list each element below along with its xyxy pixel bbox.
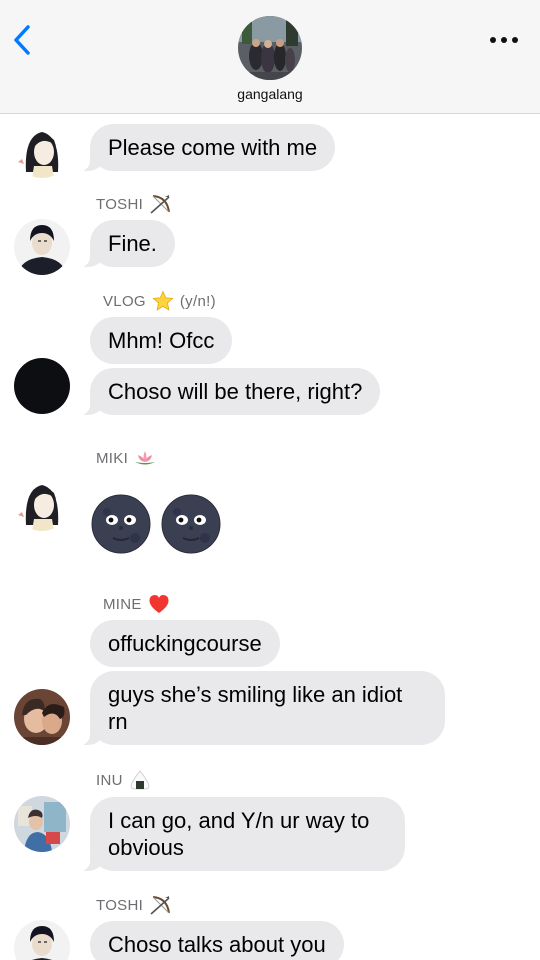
ellipsis-icon bbox=[490, 37, 518, 43]
avatar-miki[interactable] bbox=[14, 122, 70, 178]
message-bubble[interactable]: offuckingcourse bbox=[90, 620, 280, 667]
message-bubble[interactable]: I can go, and Y/n ur way to obvious bbox=[80, 797, 405, 871]
message-bubble[interactable]: guys she’s smiling like an idiot rn bbox=[80, 671, 445, 745]
sender-label-miki: MIKI bbox=[96, 449, 156, 467]
message-bubble[interactable]: Fine. bbox=[80, 220, 175, 267]
group-avatar[interactable] bbox=[238, 16, 302, 80]
group-name[interactable]: gangalang bbox=[0, 86, 540, 102]
rice-ball-icon bbox=[130, 770, 150, 790]
message-bubble[interactable]: Mhm! Ofcc bbox=[90, 317, 233, 364]
new-moon-face-icon[interactable] bbox=[161, 494, 221, 554]
avatar-mine[interactable] bbox=[14, 689, 70, 745]
sender-label-toshi: TOSHI bbox=[96, 193, 173, 215]
chevron-left-icon bbox=[14, 25, 30, 55]
avatar-inu[interactable] bbox=[14, 796, 70, 852]
avatar-toshi[interactable] bbox=[14, 920, 70, 960]
back-button[interactable] bbox=[8, 22, 38, 58]
bow-and-arrow-icon bbox=[150, 896, 171, 915]
avatar-miki[interactable] bbox=[14, 475, 70, 531]
message-bubble[interactable]: Please come with me bbox=[79, 124, 336, 171]
more-options-button[interactable] bbox=[488, 30, 520, 50]
sender-label-inu: INU bbox=[96, 770, 151, 790]
new-moon-face-icon[interactable] bbox=[91, 494, 151, 554]
lotus-icon bbox=[135, 451, 156, 465]
message-bubble[interactable]: Choso talks about you bbox=[90, 921, 344, 960]
star-icon bbox=[152, 290, 174, 311]
sender-label-toshi: TOSHI bbox=[96, 894, 173, 916]
sender-label-vlog: VLOG (y/n!) bbox=[103, 290, 216, 312]
red-heart-icon bbox=[149, 595, 169, 613]
avatar-toshi[interactable] bbox=[14, 219, 70, 275]
bow-and-arrow-icon bbox=[150, 195, 171, 214]
chat-header: gangalang bbox=[0, 0, 540, 114]
message-bubble[interactable]: Choso will be there, right? bbox=[79, 368, 381, 415]
avatar-vlog[interactable] bbox=[14, 358, 70, 414]
sender-label-mine: MINE bbox=[103, 594, 170, 614]
